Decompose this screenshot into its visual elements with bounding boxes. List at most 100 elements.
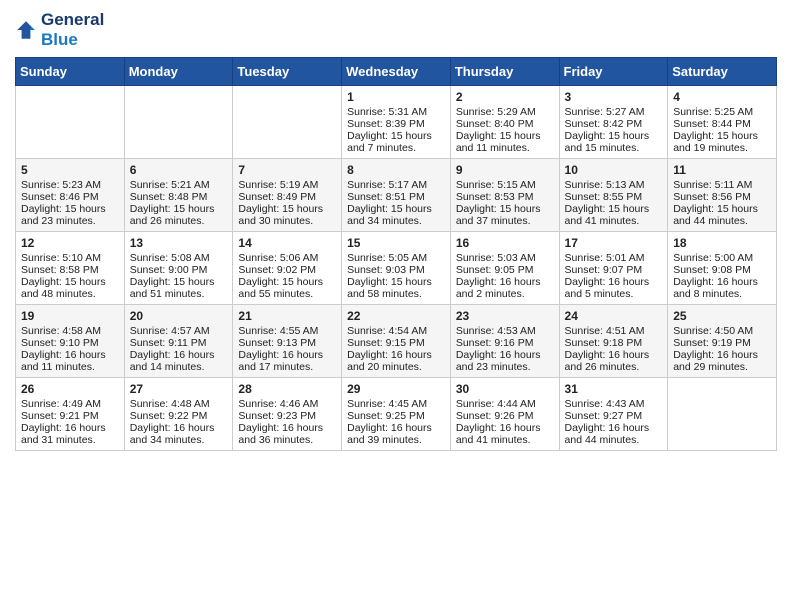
day-number: 31 [565, 382, 663, 396]
day-info-line: Daylight: 16 hours [238, 349, 336, 361]
day-info-line: Daylight: 16 hours [130, 349, 228, 361]
day-info-line: and 2 minutes. [456, 288, 554, 300]
calendar-day-22: 22Sunrise: 4:54 AMSunset: 9:15 PMDayligh… [342, 304, 451, 377]
day-info-line: Sunset: 8:49 PM [238, 191, 336, 203]
calendar-day-18: 18Sunrise: 5:00 AMSunset: 9:08 PMDayligh… [668, 231, 777, 304]
day-info-line: Sunset: 9:10 PM [21, 337, 119, 349]
logo-text: General Blue [41, 10, 104, 51]
day-info-line: Sunrise: 5:29 AM [456, 106, 554, 118]
day-info-line: and 37 minutes. [456, 215, 554, 227]
day-number: 27 [130, 382, 228, 396]
day-info-line: Sunset: 9:02 PM [238, 264, 336, 276]
day-info-line: Sunrise: 5:21 AM [130, 179, 228, 191]
day-number: 3 [565, 90, 663, 104]
day-number: 24 [565, 309, 663, 323]
calendar-day-25: 25Sunrise: 4:50 AMSunset: 9:19 PMDayligh… [668, 304, 777, 377]
calendar-empty-cell [124, 85, 233, 158]
day-info-line: Sunset: 9:18 PM [565, 337, 663, 349]
day-info-line: and 5 minutes. [565, 288, 663, 300]
calendar-day-23: 23Sunrise: 4:53 AMSunset: 9:16 PMDayligh… [450, 304, 559, 377]
day-info-line: Daylight: 16 hours [347, 349, 445, 361]
day-number: 17 [565, 236, 663, 250]
day-info-line: Daylight: 15 hours [565, 203, 663, 215]
day-info-line: Sunset: 8:40 PM [456, 118, 554, 130]
day-info-line: and 39 minutes. [347, 434, 445, 446]
day-info-line: Sunset: 8:51 PM [347, 191, 445, 203]
day-info-line: Sunset: 8:46 PM [21, 191, 119, 203]
day-number: 2 [456, 90, 554, 104]
calendar-empty-cell [668, 377, 777, 450]
day-info-line: Sunset: 9:21 PM [21, 410, 119, 422]
calendar-day-2: 2Sunrise: 5:29 AMSunset: 8:40 PMDaylight… [450, 85, 559, 158]
day-number: 1 [347, 90, 445, 104]
calendar-day-6: 6Sunrise: 5:21 AMSunset: 8:48 PMDaylight… [124, 158, 233, 231]
day-info-line: Sunset: 8:39 PM [347, 118, 445, 130]
day-info-line: Sunrise: 5:05 AM [347, 252, 445, 264]
day-info-line: and 15 minutes. [565, 142, 663, 154]
logo: General Blue [15, 10, 104, 51]
day-info-line: Sunrise: 5:27 AM [565, 106, 663, 118]
day-info-line: Sunset: 8:53 PM [456, 191, 554, 203]
calendar-day-30: 30Sunrise: 4:44 AMSunset: 9:26 PMDayligh… [450, 377, 559, 450]
calendar-day-5: 5Sunrise: 5:23 AMSunset: 8:46 PMDaylight… [16, 158, 125, 231]
day-info-line: Daylight: 15 hours [130, 276, 228, 288]
day-info-line: Daylight: 15 hours [130, 203, 228, 215]
day-info-line: and 20 minutes. [347, 361, 445, 373]
calendar-day-31: 31Sunrise: 4:43 AMSunset: 9:27 PMDayligh… [559, 377, 668, 450]
day-number: 12 [21, 236, 119, 250]
day-number: 14 [238, 236, 336, 250]
day-info-line: Daylight: 16 hours [456, 276, 554, 288]
day-info-line: Sunset: 9:15 PM [347, 337, 445, 349]
calendar-day-26: 26Sunrise: 4:49 AMSunset: 9:21 PMDayligh… [16, 377, 125, 450]
day-info-line: and 58 minutes. [347, 288, 445, 300]
day-number: 30 [456, 382, 554, 396]
calendar-week-row: 12Sunrise: 5:10 AMSunset: 8:58 PMDayligh… [16, 231, 777, 304]
day-number: 4 [673, 90, 771, 104]
day-info-line: Sunrise: 5:08 AM [130, 252, 228, 264]
day-info-line: Sunrise: 4:44 AM [456, 398, 554, 410]
day-info-line: Sunset: 9:11 PM [130, 337, 228, 349]
day-info-line: Sunset: 8:58 PM [21, 264, 119, 276]
calendar-day-27: 27Sunrise: 4:48 AMSunset: 9:22 PMDayligh… [124, 377, 233, 450]
day-number: 18 [673, 236, 771, 250]
day-info-line: Daylight: 15 hours [347, 130, 445, 142]
day-info-line: Sunrise: 4:48 AM [130, 398, 228, 410]
day-info-line: Sunset: 9:22 PM [130, 410, 228, 422]
day-info-line: Sunrise: 4:54 AM [347, 325, 445, 337]
day-info-line: Sunrise: 4:49 AM [21, 398, 119, 410]
calendar-day-9: 9Sunrise: 5:15 AMSunset: 8:53 PMDaylight… [450, 158, 559, 231]
day-info-line: and 48 minutes. [21, 288, 119, 300]
day-number: 5 [21, 163, 119, 177]
day-info-line: and 31 minutes. [21, 434, 119, 446]
day-info-line: Daylight: 15 hours [565, 130, 663, 142]
day-info-line: Sunrise: 4:55 AM [238, 325, 336, 337]
day-info-line: and 17 minutes. [238, 361, 336, 373]
calendar-day-11: 11Sunrise: 5:11 AMSunset: 8:56 PMDayligh… [668, 158, 777, 231]
day-info-line: Sunset: 8:44 PM [673, 118, 771, 130]
calendar-day-1: 1Sunrise: 5:31 AMSunset: 8:39 PMDaylight… [342, 85, 451, 158]
weekday-header-monday: Monday [124, 57, 233, 85]
day-info-line: Sunrise: 5:19 AM [238, 179, 336, 191]
day-info-line: Sunrise: 4:58 AM [21, 325, 119, 337]
weekday-header-tuesday: Tuesday [233, 57, 342, 85]
day-info-line: and 26 minutes. [130, 215, 228, 227]
day-info-line: Daylight: 15 hours [21, 276, 119, 288]
day-info-line: Daylight: 16 hours [456, 349, 554, 361]
day-info-line: Daylight: 16 hours [673, 276, 771, 288]
calendar-day-16: 16Sunrise: 5:03 AMSunset: 9:05 PMDayligh… [450, 231, 559, 304]
day-info-line: Sunset: 9:27 PM [565, 410, 663, 422]
day-info-line: Daylight: 16 hours [238, 422, 336, 434]
day-info-line: and 44 minutes. [673, 215, 771, 227]
day-number: 25 [673, 309, 771, 323]
day-info-line: Daylight: 15 hours [21, 203, 119, 215]
page: General Blue SundayMondayTuesdayWednesda… [0, 0, 792, 466]
day-info-line: and 7 minutes. [347, 142, 445, 154]
calendar-day-12: 12Sunrise: 5:10 AMSunset: 8:58 PMDayligh… [16, 231, 125, 304]
calendar-week-row: 5Sunrise: 5:23 AMSunset: 8:46 PMDaylight… [16, 158, 777, 231]
day-info-line: Sunset: 9:26 PM [456, 410, 554, 422]
weekday-header-sunday: Sunday [16, 57, 125, 85]
day-info-line: and 30 minutes. [238, 215, 336, 227]
day-info-line: Daylight: 15 hours [238, 203, 336, 215]
calendar-week-row: 19Sunrise: 4:58 AMSunset: 9:10 PMDayligh… [16, 304, 777, 377]
day-number: 28 [238, 382, 336, 396]
